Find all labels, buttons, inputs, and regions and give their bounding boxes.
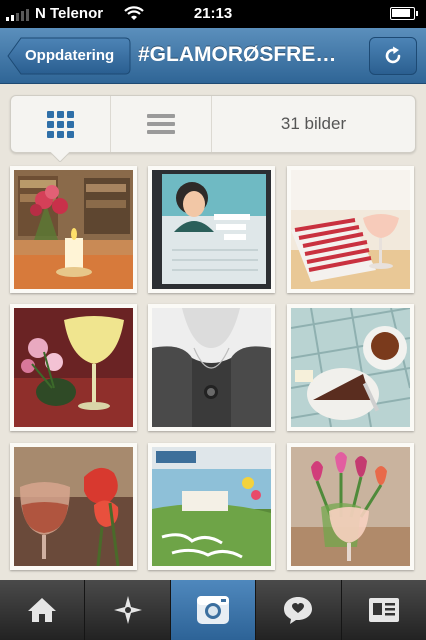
status-bar: N Telenor 21:13 [0, 0, 426, 28]
photo-thumbnail[interactable] [148, 443, 275, 570]
tab-profile[interactable] [342, 580, 426, 640]
battery-icon [390, 7, 418, 20]
photo-thumbnail[interactable] [10, 166, 137, 293]
camera-icon [197, 596, 230, 624]
refresh-icon [385, 46, 401, 64]
photo-thumbnail[interactable] [287, 443, 414, 570]
photo-thumbnail[interactable] [148, 304, 275, 431]
list-icon [147, 114, 175, 134]
grid-icon [47, 110, 74, 138]
selected-pointer [50, 152, 70, 162]
photo-thumbnail[interactable] [10, 443, 137, 570]
photo-thumbnail[interactable] [148, 166, 275, 293]
navigation-bar: Oppdatering #GLAMORØSFREDAG [0, 28, 426, 84]
photo-thumbnail[interactable] [287, 304, 414, 431]
tab-bar [0, 580, 426, 640]
list-view-button[interactable] [111, 96, 212, 152]
photo-count: 31 bilder [280, 114, 347, 133]
home-icon [28, 598, 57, 622]
clock: 21:13 [193, 5, 233, 22]
back-button[interactable]: Oppdatering [7, 37, 131, 75]
tab-explore[interactable] [85, 580, 171, 640]
grid-view-button[interactable] [11, 96, 111, 152]
tab-news[interactable] [256, 580, 342, 640]
page-title: #GLAMORØSFREDAG [138, 43, 350, 66]
tab-home[interactable] [0, 580, 86, 640]
photo-thumbnail[interactable] [10, 304, 137, 431]
photo-thumbnail[interactable] [287, 166, 414, 293]
news-icon [284, 597, 313, 624]
tab-camera[interactable] [170, 580, 257, 640]
explore-icon [113, 596, 142, 624]
view-toggle: 31 bilder [10, 95, 416, 153]
back-button-label: Oppdatering [25, 47, 115, 64]
profile-icon [368, 598, 399, 622]
refresh-button[interactable] [369, 37, 417, 75]
